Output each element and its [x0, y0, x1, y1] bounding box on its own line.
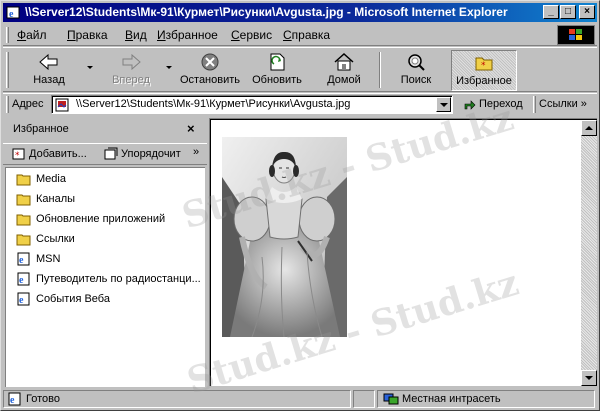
organize-icon: [104, 147, 118, 160]
status-text: Готово: [26, 393, 60, 405]
favorites-pane-title: Избранное: [13, 123, 69, 135]
address-input[interactable]: \\Server12\Students\Мк-91\Курмет\Рисунки…: [51, 95, 453, 114]
favorites-pane-header: Избранное ×: [3, 117, 207, 139]
address-label: Адрес: [12, 98, 44, 110]
back-button[interactable]: Назад: [17, 50, 81, 91]
organize-favorites-button[interactable]: Упорядочит: [103, 147, 181, 160]
menu-grip[interactable]: [6, 27, 9, 43]
folder-icon: [16, 214, 31, 226]
ie-page-icon: e: [8, 392, 21, 406]
status-text-cell: e Готово: [3, 390, 351, 408]
folder-icon: [16, 174, 31, 186]
favorites-button[interactable]: * Избранное: [451, 50, 517, 91]
scroll-down-button[interactable]: [581, 370, 597, 386]
ie-window: e \\Server12\Students\Мк-91\Курмет\Рисун…: [0, 0, 600, 411]
address-value: \\Server12\Students\Мк-91\Курмет\Рисунки…: [76, 98, 351, 110]
windows-flag-icon: [569, 29, 582, 40]
go-button[interactable]: Переход: [461, 96, 523, 114]
folder-icon: [16, 194, 31, 206]
stop-icon: [201, 53, 219, 71]
menu-file[interactable]: Файл: [17, 28, 47, 42]
list-item[interactable]: e MSN: [16, 252, 202, 268]
menu-edit[interactable]: Правка: [67, 28, 108, 42]
toolbar-grip[interactable]: [6, 52, 9, 88]
home-icon: [334, 52, 354, 71]
ie-page-icon: e: [17, 292, 30, 306]
menu-favorites[interactable]: Избранное: [157, 28, 218, 42]
vertical-scrollbar[interactable]: [581, 120, 597, 386]
list-item[interactable]: e Путеводитель по радиостанци...: [16, 272, 202, 288]
image-file-icon: [55, 98, 69, 112]
stop-button[interactable]: Остановить: [175, 50, 245, 91]
list-item[interactable]: Каналы: [16, 192, 202, 208]
status-bar: e Готово Местная интрасеть: [3, 389, 597, 409]
chevron-right-icon[interactable]: »: [193, 146, 199, 158]
forward-dropdown-arrow[interactable]: [166, 66, 172, 69]
toolbar-separator: [379, 52, 381, 88]
close-button[interactable]: ×: [579, 5, 595, 19]
favorites-folder-icon: *: [475, 57, 493, 71]
ie-page-icon: e: [17, 252, 30, 266]
list-item[interactable]: Ссылки: [16, 232, 202, 248]
security-zone-text: Местная интрасеть: [402, 393, 501, 405]
links-grip[interactable]: [533, 96, 536, 113]
svg-text:e: e: [19, 295, 24, 306]
list-item[interactable]: Обновление приложений: [16, 212, 202, 228]
intranet-icon: [383, 393, 399, 405]
go-arrow-icon: [464, 100, 476, 110]
document-view[interactable]: [209, 118, 597, 386]
menu-tools[interactable]: Сервис: [231, 28, 272, 42]
window-title: \\Server12\Students\Мк-91\Курмет\Рисунки…: [25, 5, 508, 19]
security-zone-cell: Местная интрасеть: [377, 390, 595, 408]
list-item[interactable]: Media: [16, 172, 202, 188]
back-dropdown-arrow[interactable]: [87, 66, 93, 69]
menu-view[interactable]: Вид: [125, 28, 147, 42]
portrait-image: [222, 137, 347, 337]
svg-text:e: e: [19, 255, 24, 266]
title-bar[interactable]: e \\Server12\Students\Мк-91\Курмет\Рисун…: [3, 3, 597, 22]
maximize-button[interactable]: □: [560, 5, 576, 19]
add-favorite-button[interactable]: * Добавить...: [11, 148, 87, 161]
links-button[interactable]: Ссылки »: [539, 96, 587, 114]
menu-bar: Файл Правка Вид Избранное Сервис Справка: [3, 24, 597, 46]
svg-text:e: e: [19, 275, 24, 286]
minimize-button[interactable]: _: [543, 5, 559, 19]
address-bar: Адрес \\Server12\Students\Мк-91\Курмет\Р…: [3, 93, 597, 115]
address-dropdown-button[interactable]: [436, 97, 451, 112]
chevron-right-icon: »: [580, 98, 587, 110]
close-pane-icon[interactable]: ×: [187, 121, 195, 136]
search-icon: [408, 54, 425, 71]
forward-button[interactable]: Вперед: [99, 50, 163, 91]
standard-toolbar: Назад Вперед Остановить Обновить Домой П…: [3, 47, 597, 92]
back-arrow-icon: [39, 53, 58, 71]
add-favorite-icon: *: [12, 148, 25, 161]
forward-arrow-icon: [122, 53, 141, 71]
ie-app-icon[interactable]: e: [6, 5, 21, 20]
refresh-button[interactable]: Обновить: [247, 50, 307, 91]
favorites-list: Media Каналы Обновление приложений Ссылк…: [5, 167, 205, 387]
favorites-pane: Избранное × * Добавить... Упорядочит » M…: [3, 117, 207, 387]
folder-icon: [16, 234, 31, 246]
favorites-pane-toolbar: * Добавить... Упорядочит »: [3, 143, 207, 165]
svg-text:*: *: [481, 61, 486, 71]
home-button[interactable]: Домой: [319, 50, 369, 91]
refresh-icon: [270, 53, 285, 71]
menu-help[interactable]: Справка: [283, 28, 330, 42]
svg-text:*: *: [15, 151, 20, 161]
status-cell-empty: [353, 390, 375, 408]
search-button[interactable]: Поиск: [391, 50, 441, 91]
scroll-up-button[interactable]: [581, 120, 597, 136]
windows-logo: [557, 25, 595, 45]
portrait-drawing: [222, 137, 347, 337]
ie-page-icon: e: [17, 272, 30, 286]
svg-text:e: e: [10, 395, 15, 406]
address-grip[interactable]: [6, 96, 9, 113]
svg-text:e: e: [9, 9, 14, 20]
list-item[interactable]: e События Веба: [16, 292, 202, 308]
